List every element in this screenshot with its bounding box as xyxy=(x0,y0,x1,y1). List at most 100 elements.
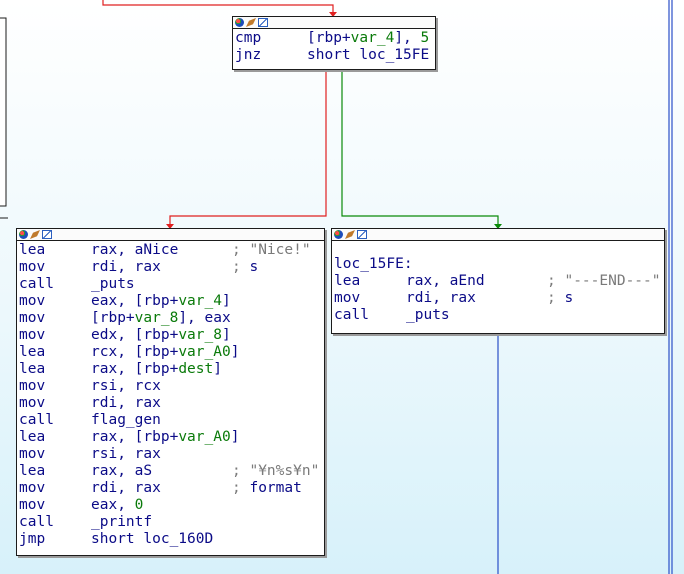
operand[interactable]: _puts xyxy=(406,307,450,323)
code-line[interactable]: mov eax, [rbp+var_4] xyxy=(19,293,322,310)
operand[interactable]: rsi, rcx xyxy=(91,378,161,394)
code-line[interactable]: mov edx, [rbp+var_8] xyxy=(19,327,322,344)
operand[interactable]: [rbp+ xyxy=(307,30,351,46)
mnemonic[interactable]: call xyxy=(334,307,406,324)
color-palette-icon[interactable] xyxy=(19,230,28,239)
location-label[interactable]: loc_15FE: xyxy=(334,256,662,273)
operand-tail[interactable]: ] xyxy=(231,344,240,360)
code-line[interactable]: lea rcx, [rbp+var_A0] xyxy=(19,344,322,361)
operand[interactable]: rdi, rax xyxy=(91,395,161,411)
code-line[interactable]: cmp [rbp+var_4], 5 xyxy=(235,30,433,47)
operand[interactable]: rax, aNice xyxy=(91,242,178,258)
mnemonic[interactable]: lea xyxy=(19,242,91,259)
rename-icon[interactable] xyxy=(345,230,355,239)
operand[interactable]: edx, [rbp+ xyxy=(91,327,178,343)
operand[interactable]: rax, [rbp+ xyxy=(91,429,178,445)
code-line[interactable]: lea rax, [rbp+var_A0] xyxy=(19,429,322,446)
operand[interactable]: _puts xyxy=(91,276,135,292)
code-line[interactable]: mov rdi, rax xyxy=(19,395,322,412)
mnemonic[interactable]: mov xyxy=(19,259,91,276)
code-line[interactable]: lea rax, aNice; "Nice!" xyxy=(19,242,322,259)
immediate-value[interactable]: 0 xyxy=(135,497,144,513)
mnemonic[interactable]: mov xyxy=(19,480,91,497)
code-line[interactable]: call flag_gen xyxy=(19,412,322,429)
code-line[interactable]: mov rdi, rax; s xyxy=(19,259,322,276)
code-line[interactable]: mov eax, 0 xyxy=(19,497,322,514)
mnemonic[interactable]: lea xyxy=(334,273,406,290)
mnemonic[interactable]: mov xyxy=(19,395,91,412)
block-code[interactable]: cmp [rbp+var_4], 5 jnz short loc_15FE xyxy=(233,29,435,66)
code-line[interactable]: lea rax, aS; "¥n%s¥n" xyxy=(19,463,322,480)
operand[interactable]: rdi, rax xyxy=(91,259,161,275)
mnemonic[interactable]: lea xyxy=(19,344,91,361)
code-line[interactable]: lea rax, [rbp+dest] xyxy=(19,361,322,378)
operand-tail[interactable]: ] xyxy=(222,293,231,309)
graph-view[interactable]: cmp [rbp+var_4], 5 jnz short loc_15FE lea ra… xyxy=(0,0,684,574)
code-line[interactable]: mov [rbp+var_8], eax xyxy=(19,310,322,327)
rename-icon[interactable] xyxy=(246,18,256,27)
operand-tail[interactable]: ] xyxy=(222,327,231,343)
mnemonic[interactable]: lea xyxy=(19,463,91,480)
rename-icon[interactable] xyxy=(30,230,40,239)
mnemonic[interactable]: jnz xyxy=(235,47,307,64)
mnemonic[interactable]: mov xyxy=(19,378,91,395)
block-nice[interactable]: lea rax, aNice; "Nice!" mov rdi, rax; s call… xyxy=(16,228,325,556)
operand[interactable]: rax, aS xyxy=(91,463,152,479)
mnemonic[interactable]: call xyxy=(19,276,91,293)
operand[interactable]: flag_gen xyxy=(91,412,161,428)
code-line[interactable]: lea rax, aEnd; "---END---" xyxy=(334,273,662,290)
immediate-value[interactable]: 5 xyxy=(421,30,430,46)
code-line[interactable]: jnz short loc_15FE xyxy=(235,47,433,64)
operand[interactable]: _printf xyxy=(91,514,152,530)
stack-var-ref[interactable]: var_A0 xyxy=(178,344,230,360)
mnemonic[interactable]: call xyxy=(19,412,91,429)
code-line[interactable]: call _puts xyxy=(334,307,662,324)
stack-var-ref[interactable]: var_8 xyxy=(135,310,179,326)
code-line[interactable]: mov rsi, rax xyxy=(19,446,322,463)
code-line[interactable]: call _printf xyxy=(19,514,322,531)
operand-tail[interactable]: ] xyxy=(213,361,222,377)
operand-tail[interactable]: ] xyxy=(231,429,240,445)
graph-overview-icon[interactable] xyxy=(258,18,268,27)
mnemonic[interactable]: mov xyxy=(19,310,91,327)
color-palette-icon[interactable] xyxy=(235,18,244,27)
operand[interactable]: rcx, [rbp+ xyxy=(91,344,178,360)
operand[interactable]: eax, xyxy=(91,497,135,513)
stack-var-ref[interactable]: var_8 xyxy=(178,327,222,343)
code-line[interactable]: call _puts xyxy=(19,276,322,293)
block-cond[interactable]: cmp [rbp+var_4], 5 jnz short loc_15FE xyxy=(232,16,436,70)
mnemonic[interactable]: mov xyxy=(19,497,91,514)
mnemonic[interactable]: lea xyxy=(19,361,91,378)
mnemonic[interactable]: mov xyxy=(19,327,91,344)
operand[interactable]: eax, [rbp+ xyxy=(91,293,178,309)
mnemonic[interactable]: jmp xyxy=(19,531,91,548)
stack-var-ref[interactable]: var_A0 xyxy=(178,429,230,445)
graph-overview-icon[interactable] xyxy=(42,230,52,239)
operand[interactable]: rdi, rax xyxy=(406,290,476,306)
mnemonic[interactable]: cmp xyxy=(235,30,307,47)
mnemonic[interactable]: mov xyxy=(19,446,91,463)
block-code[interactable]: lea rax, aNice; "Nice!" mov rdi, rax; s call… xyxy=(17,241,324,550)
code-line[interactable]: jmp short loc_160D xyxy=(19,531,322,548)
operand[interactable]: short loc_15FE xyxy=(307,47,429,63)
block-loc-15fe[interactable]: loc_15FE: lea rax, aEnd; "---END---" mov rd… xyxy=(331,228,665,334)
code-line[interactable]: mov rdi, rax; format xyxy=(19,480,322,497)
mnemonic[interactable]: call xyxy=(19,514,91,531)
operand-tail[interactable]: ], xyxy=(394,30,420,46)
operand[interactable]: rax, aEnd xyxy=(406,273,485,289)
code-line[interactable]: mov rdi, rax; s xyxy=(334,290,662,307)
code-line[interactable]: mov rsi, rcx xyxy=(19,378,322,395)
operand[interactable]: rsi, rax xyxy=(91,446,161,462)
operand[interactable]: [rbp+ xyxy=(91,310,135,326)
stack-var-ref[interactable]: var_4 xyxy=(351,30,395,46)
mnemonic[interactable]: lea xyxy=(19,429,91,446)
operand[interactable]: rax, [rbp+ xyxy=(91,361,178,377)
mnemonic[interactable]: mov xyxy=(334,290,406,307)
stack-var-ref[interactable]: var_4 xyxy=(178,293,222,309)
operand[interactable]: rdi, rax xyxy=(91,480,161,496)
color-palette-icon[interactable] xyxy=(334,230,343,239)
operand[interactable]: short loc_160D xyxy=(91,531,213,547)
stack-var-ref[interactable]: dest xyxy=(178,361,213,377)
graph-overview-icon[interactable] xyxy=(357,230,367,239)
mnemonic[interactable]: mov xyxy=(19,293,91,310)
